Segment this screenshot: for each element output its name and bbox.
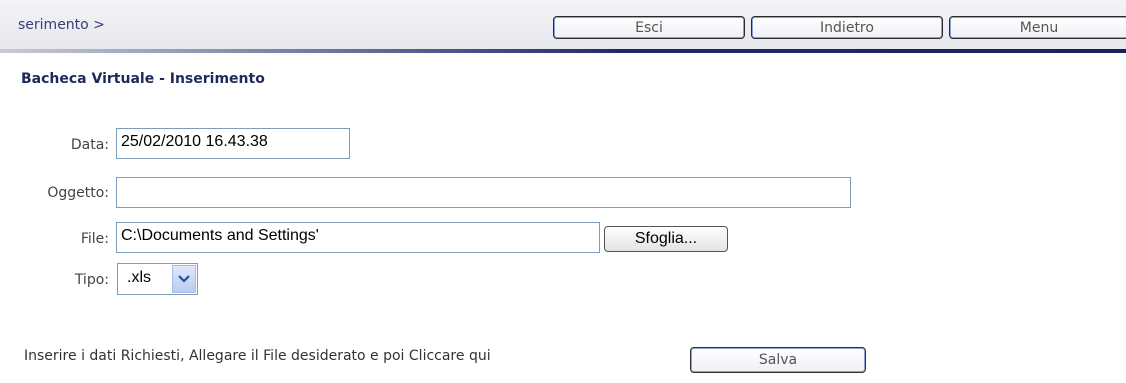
instructions-text: Inserire i dati Richiesti, Allegare il F…: [24, 348, 491, 364]
browse-button[interactable]: Sfoglia...: [604, 226, 728, 252]
type-label: Tipo:: [74, 272, 109, 288]
exit-button[interactable]: Esci: [553, 16, 745, 39]
date-field[interactable]: 25/02/2010 16.43.38: [116, 128, 350, 159]
file-field[interactable]: C:\Documents and Settings': [116, 222, 600, 253]
date-label: Data:: [70, 137, 109, 153]
top-bar-divider: [0, 49, 1126, 53]
file-label: File:: [80, 231, 109, 247]
back-button[interactable]: Indietro: [751, 16, 943, 39]
type-selected-value: .xls: [127, 269, 151, 286]
subject-field[interactable]: [116, 177, 851, 208]
save-button[interactable]: Salva: [690, 347, 866, 373]
menu-button[interactable]: Menu: [949, 16, 1126, 39]
breadcrumb[interactable]: serimento >: [18, 17, 105, 33]
subject-label: Oggetto:: [47, 185, 109, 201]
page-title: Bacheca Virtuale - Inserimento: [21, 71, 265, 87]
chevron-down-icon[interactable]: [172, 265, 196, 293]
type-select[interactable]: .xls: [117, 263, 198, 295]
